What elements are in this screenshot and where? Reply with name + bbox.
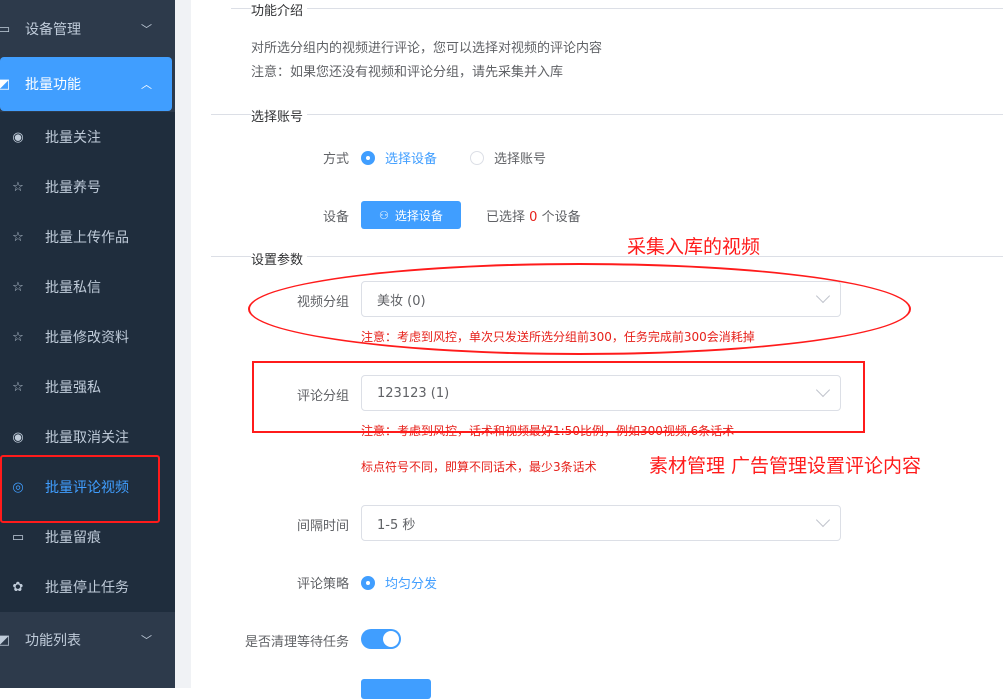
sidebar-item-label: 批量停止任务 — [45, 580, 129, 596]
star-icon: ☆ — [12, 279, 24, 295]
sidebar-item-label: 批量功能 — [25, 77, 81, 93]
comment-group-hint-2: 标点符号不同，即算不同话术，最少3条话术 — [361, 460, 597, 474]
chevron-up-icon: ︿ — [141, 78, 152, 91]
sidebar-item-batch-follow[interactable]: ◉ 批量关注 — [0, 112, 175, 162]
chart-icon: ◩ — [0, 76, 11, 92]
method-label: 方式 — [322, 152, 349, 167]
sidebar-item-label: 批量关注 — [45, 130, 101, 146]
radio-label: 均匀分发 — [385, 577, 438, 592]
section-divider — [231, 8, 1003, 9]
monitor-icon: ▭ — [0, 21, 11, 37]
gutter — [175, 0, 191, 688]
clear-tasks-toggle[interactable] — [361, 629, 401, 649]
sidebar-item-label: 批量修改资料 — [45, 330, 129, 346]
list-icon: ◩ — [0, 632, 11, 648]
star-icon: ☆ — [12, 379, 24, 395]
chevron-down-icon — [815, 512, 831, 528]
sidebar-item-label: 批量留痕 — [45, 530, 101, 546]
strategy-label: 评论策略 — [296, 577, 349, 592]
star-icon: ☆ — [12, 179, 24, 195]
annotation-video-note: 采集入库的视频 — [627, 236, 761, 258]
annotation-box-comment — [252, 361, 865, 433]
select-value: 1-5 秒 — [377, 517, 416, 533]
section-title-account: 选择账号 — [251, 106, 308, 125]
star-icon: ☆ — [12, 329, 24, 345]
select-device-button[interactable]: ⚇ 选择设备 — [361, 201, 461, 229]
radio-select-account[interactable]: 选择账号 — [470, 148, 546, 167]
sidebar-item-label: 功能列表 — [25, 633, 81, 649]
sidebar-item-batch-nurture[interactable]: ☆ 批量养号 — [0, 162, 175, 212]
intro-text: 对所选分组内的视频进行评论，您可以选择对视频的评论内容 — [251, 41, 603, 56]
sidebar-item-batch-functions[interactable]: ◩ 批量功能 ︿ — [0, 57, 172, 111]
radio-dot — [470, 150, 484, 165]
intro-note: 注意：如果您还没有视频和评论分组，请先采集并入库 — [251, 65, 564, 80]
sidebar-item-label: 批量养号 — [45, 180, 101, 196]
annotation-box-sidebar — [0, 455, 160, 523]
submit-button[interactable] — [361, 679, 431, 699]
section-divider — [211, 114, 1003, 115]
section-divider — [211, 256, 1003, 257]
sidebar-item-batch-edit-profile[interactable]: ☆ 批量修改资料 — [0, 312, 175, 362]
star-icon: ☆ — [12, 229, 24, 245]
clear-tasks-label: 是否清理等待任务 — [244, 635, 349, 650]
sidebar-item-function-list[interactable]: ◩ 功能列表 ﹀ — [0, 615, 175, 665]
radio-select-device[interactable]: 选择设备 — [361, 148, 437, 167]
chevron-down-icon: ﹀ — [141, 23, 152, 36]
sidebar-item-label: 批量私信 — [45, 280, 101, 296]
sidebar-item-label: 批量强私 — [45, 380, 101, 396]
user-icon: ⚇ — [379, 208, 389, 222]
radio-label: 选择设备 — [385, 152, 438, 167]
chevron-down-icon: ﹀ — [141, 634, 152, 647]
tag-icon: ▭ — [11, 529, 25, 545]
sidebar-item-label: 批量上传作品 — [45, 230, 129, 246]
annotation-comment-note: 素材管理 广告管理设置评论内容 — [649, 455, 922, 477]
selected-count-text: 已选择 0 个设备 — [486, 210, 581, 225]
radio-dot — [361, 575, 375, 590]
sidebar-item-label: 设备管理 — [25, 22, 81, 38]
gear-icon: ✿ — [12, 579, 24, 595]
interval-label: 间隔时间 — [296, 519, 349, 534]
section-title-intro: 功能介绍 — [251, 0, 308, 19]
sidebar-item-batch-stop-task[interactable]: ✿ 批量停止任务 — [0, 562, 175, 612]
radio-label: 选择账号 — [494, 152, 547, 167]
section-title-params: 设置参数 — [251, 249, 308, 268]
eye-icon: ◉ — [12, 429, 24, 445]
sidebar-item-device-management[interactable]: ▭ 设备管理 ﹀ — [0, 4, 175, 54]
eye-icon: ◉ — [12, 129, 24, 145]
selected-count: 0 — [529, 210, 538, 225]
main-content: 功能介绍 对所选分组内的视频进行评论，您可以选择对视频的评论内容 注意：如果您还… — [191, 0, 1003, 699]
sidebar-item-batch-force-message[interactable]: ☆ 批量强私 — [0, 362, 175, 412]
radio-even-distribution[interactable]: 均匀分发 — [361, 573, 437, 592]
sidebar-item-label: 批量取消关注 — [45, 430, 129, 446]
annotation-ellipse — [248, 263, 911, 355]
sidebar-item-batch-message[interactable]: ☆ 批量私信 — [0, 262, 175, 312]
sidebar: ▭ 设备管理 ﹀ ◩ 批量功能 ︿ ◉ 批量关注 ☆ 批量养号 ☆ 批量上传作品… — [0, 0, 175, 688]
device-label: 设备 — [322, 210, 349, 225]
interval-select[interactable]: 1-5 秒 — [361, 505, 841, 541]
toggle-knob — [383, 631, 399, 647]
sidebar-item-batch-upload[interactable]: ☆ 批量上传作品 — [0, 212, 175, 262]
radio-dot — [361, 150, 375, 165]
